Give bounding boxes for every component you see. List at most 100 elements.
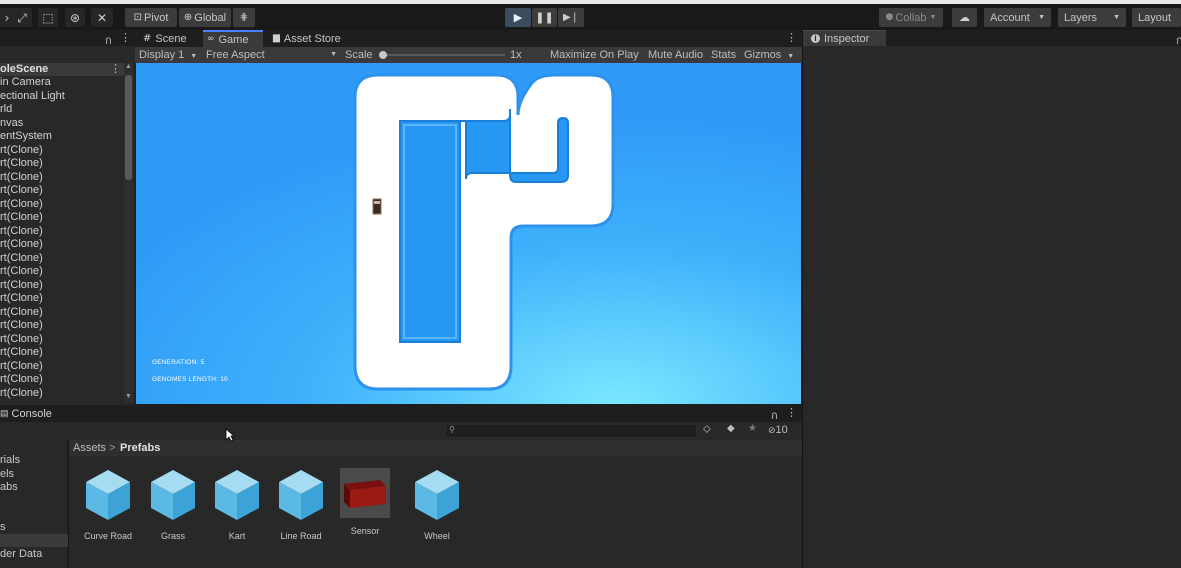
hierarchy-item[interactable]: nvas: [0, 117, 23, 131]
hierarchy-tabbar: ก ⋮: [0, 30, 135, 49]
mute-audio-toggle[interactable]: Mute Audio: [648, 47, 703, 63]
tab-inspector[interactable]: i Inspector: [803, 30, 886, 46]
scale-slider-handle[interactable]: [379, 51, 387, 59]
collab-button[interactable]: ● Collab ▼: [879, 8, 943, 27]
asset-sensor[interactable]: Sensor: [333, 468, 397, 536]
cloud-button[interactable]: ☁: [952, 8, 977, 27]
pivot-button[interactable]: ⊡ Pivot: [125, 8, 177, 27]
more-options-icon[interactable]: ⋮: [786, 406, 797, 419]
transform-tool-button[interactable]: ⊛: [65, 8, 85, 27]
maximize-on-play-toggle[interactable]: Maximize On Play: [550, 47, 639, 63]
hierarchy-item[interactable]: rt(Clone): [0, 184, 43, 198]
asset-kart[interactable]: Kart: [205, 468, 269, 541]
hierarchy-item[interactable]: rt(Clone): [0, 319, 43, 333]
tab-console[interactable]: ▤ Console: [0, 405, 52, 422]
hierarchy-item[interactable]: rt(Clone): [0, 333, 43, 347]
inspector-panel: i Inspector ก: [802, 30, 1181, 568]
grid-snap-icon: ⋕: [239, 11, 249, 23]
hierarchy-item[interactable]: rt(Clone): [0, 144, 43, 158]
hierarchy-item[interactable]: rt(Clone): [0, 198, 43, 212]
scale-tool-button[interactable]: ⤢: [12, 8, 32, 27]
hidden-count: 10: [775, 424, 788, 436]
more-options-icon[interactable]: ⋮: [120, 31, 131, 44]
prefab-cube-icon: [415, 470, 459, 520]
hierarchy-item[interactable]: rt(Clone): [0, 373, 43, 387]
hierarchy-item[interactable]: rt(Clone): [0, 306, 43, 320]
layers-dropdown[interactable]: Layers ▼: [1058, 8, 1126, 27]
step-button[interactable]: ▶❘: [558, 8, 584, 27]
prefab-cube-icon: [279, 470, 323, 520]
breadcrumb-assets[interactable]: Assets: [73, 442, 106, 454]
hierarchy-panel: ก ⋮ oleScene ⋮ in Camera ectional Light rl…: [0, 30, 135, 405]
label-filter-icon[interactable]: ◆: [727, 423, 735, 434]
hierarchy-scrollbar[interactable]: ▲ ▼: [124, 63, 133, 403]
hierarchy-item[interactable]: rt(Clone): [0, 279, 43, 293]
pause-icon: ❚❚: [535, 11, 554, 24]
asset-curve-road[interactable]: Curve Road: [76, 468, 140, 541]
global-button[interactable]: ⊕ Global: [179, 8, 231, 27]
lock-icon[interactable]: ก: [1176, 31, 1181, 49]
scroll-up-icon[interactable]: ▲: [125, 63, 132, 70]
asset-label: Grass: [160, 531, 185, 541]
sidebar-selected-row[interactable]: [0, 534, 68, 547]
scroll-down-icon[interactable]: ▼: [125, 393, 132, 400]
account-dropdown[interactable]: Account ▼: [984, 8, 1051, 27]
hierarchy-item[interactable]: rt(Clone): [0, 346, 43, 360]
sidebar-item-models[interactable]: els: [0, 468, 14, 480]
hierarchy-item[interactable]: rt(Clone): [0, 252, 43, 266]
breadcrumb-prefabs[interactable]: Prefabs: [120, 442, 160, 454]
chevron-down-icon: ▼: [929, 14, 937, 21]
tab-asset-store[interactable]: ▆ Asset Store: [273, 30, 353, 47]
favorite-icon[interactable]: ★: [748, 423, 757, 434]
scene-menu-icon[interactable]: ⋮: [110, 63, 121, 76]
scene-row[interactable]: oleScene ⋮: [0, 63, 124, 76]
more-options-icon[interactable]: ⋮: [786, 31, 797, 44]
aspect-dropdown[interactable]: Free Aspect ▼: [206, 47, 337, 63]
grid-snap-button[interactable]: ⋕: [233, 8, 255, 27]
hierarchy-item[interactable]: rt(Clone): [0, 265, 43, 279]
lock-icon[interactable]: ก: [105, 31, 112, 49]
asset-wheel[interactable]: Wheel: [405, 468, 469, 541]
layout-dropdown[interactable]: Layout: [1132, 8, 1181, 27]
asset-grass[interactable]: Grass: [141, 468, 205, 541]
main-toolbar: › ⤢ ⬚ ⊛ ✕ ⊡ Pivot ⊕ Global ⋕ ▶ ❚❚ ▶❘ ● Coll…: [0, 4, 1181, 30]
hierarchy-scroll-thumb[interactable]: [125, 75, 132, 180]
game-render: [136, 63, 801, 404]
hierarchy-item[interactable]: rt(Clone): [0, 238, 43, 252]
sidebar-item-prefabs[interactable]: abs: [0, 481, 18, 493]
hierarchy-item[interactable]: rt(Clone): [0, 157, 43, 171]
hierarchy-item[interactable]: rt(Clone): [0, 171, 43, 185]
tab-scene[interactable]: # Scene: [141, 30, 203, 47]
search-input[interactable]: ⚲: [445, 424, 697, 438]
gizmos-dropdown[interactable]: Gizmos ▼: [744, 47, 794, 63]
game-view[interactable]: GENERATION: 5 GENOMES LENGTH: 10: [136, 63, 801, 404]
hierarchy-item[interactable]: rt(Clone): [0, 225, 43, 239]
chevron-down-icon: ▼: [1113, 14, 1120, 21]
hidden-packages-toggle[interactable]: ⊘10: [768, 424, 788, 436]
pause-button[interactable]: ❚❚: [532, 8, 557, 27]
sidebar-item-scripts[interactable]: s: [0, 521, 6, 533]
play-button[interactable]: ▶: [505, 8, 531, 27]
hierarchy-item[interactable]: ectional Light: [0, 90, 65, 104]
custom-tool-button[interactable]: ✕: [91, 8, 113, 27]
asset-line-road[interactable]: Line Road: [269, 468, 333, 541]
hierarchy-item[interactable]: rt(Clone): [0, 211, 43, 225]
hierarchy-item[interactable]: rt(Clone): [0, 292, 43, 306]
hierarchy-item[interactable]: rt(Clone): [0, 387, 43, 401]
hierarchy-item[interactable]: rld: [0, 103, 12, 117]
scene-name: oleScene: [0, 63, 49, 75]
rect-tool-button[interactable]: ⬚: [38, 8, 58, 27]
hierarchy-item[interactable]: rt(Clone): [0, 360, 43, 374]
hierarchy-item[interactable]: entSystem: [0, 130, 52, 144]
display-dropdown[interactable]: Display 1 ▼: [139, 47, 197, 63]
global-label: Global: [194, 11, 227, 24]
store-icon: ▆: [273, 33, 280, 43]
sidebar-item-shader-data[interactable]: der Data: [0, 548, 42, 560]
sidebar-item-materials[interactable]: rials: [0, 454, 20, 466]
project-sidebar: rials els abs s der Data: [0, 440, 68, 568]
hierarchy-item[interactable]: in Camera: [0, 76, 51, 90]
scale-slider[interactable]: [379, 51, 505, 59]
stats-toggle[interactable]: Stats: [711, 47, 736, 63]
tab-game[interactable]: ∞ Game: [203, 30, 263, 47]
filter-type-icon[interactable]: ⬦: [703, 423, 711, 436]
